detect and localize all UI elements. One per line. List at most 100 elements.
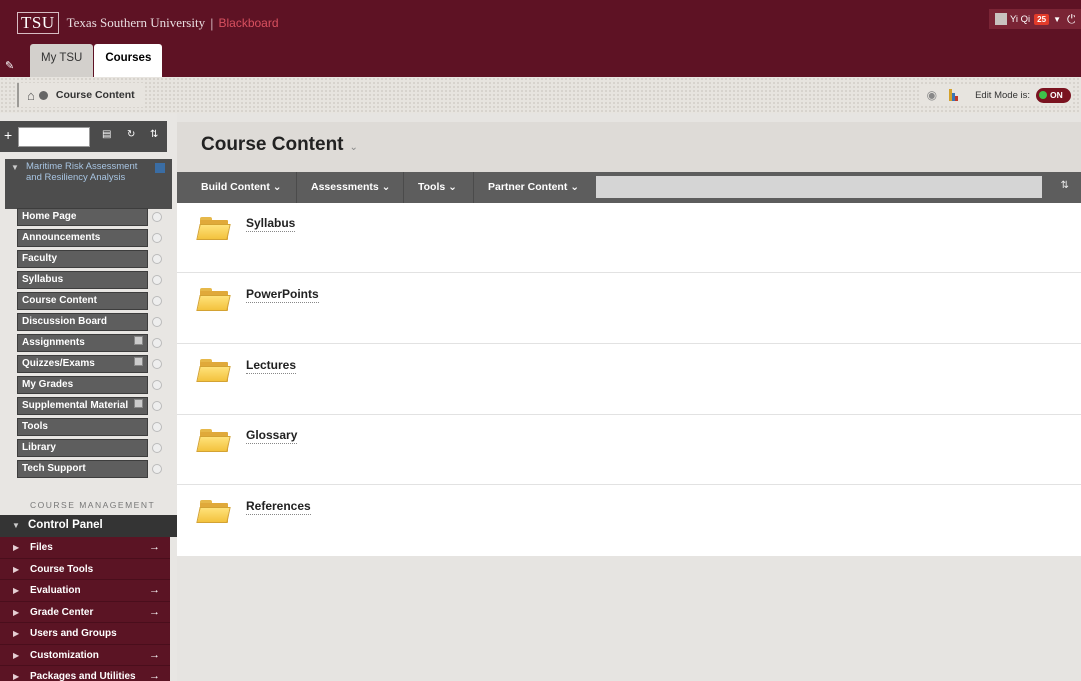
arrow-right-icon[interactable]: →	[149, 602, 160, 623]
content-item-link[interactable]: Syllabus	[246, 216, 296, 232]
sidebar-item-tech-support[interactable]: Tech Support	[17, 459, 177, 480]
control-panel-item-customization[interactable]: ▶ Customization →	[0, 644, 170, 666]
sidebar-item-my-grades[interactable]: My Grades	[17, 375, 177, 396]
tools-button[interactable]: Tools ⌄	[418, 172, 457, 203]
content-item-link[interactable]: Lectures	[246, 358, 297, 374]
assessments-button[interactable]: Assessments ⌄	[311, 172, 390, 203]
sidebar-item-library[interactable]: Library	[17, 438, 177, 459]
sidebar-item-label[interactable]: Supplemental Material	[17, 397, 148, 415]
item-options-icon[interactable]	[152, 443, 162, 453]
notification-badge[interactable]: 25	[1034, 13, 1050, 25]
page-title-text[interactable]: Course Content	[201, 134, 344, 155]
sidebar-item-label[interactable]: Library	[17, 439, 148, 457]
arrow-right-icon[interactable]: →	[149, 580, 160, 601]
sidebar-item-tools[interactable]: Tools	[17, 417, 177, 438]
control-panel-item-files[interactable]: ▶ Files →	[0, 537, 170, 559]
item-options-icon[interactable]	[152, 338, 162, 348]
expand-triangle-icon[interactable]: ▶	[13, 580, 19, 601]
expand-triangle-icon[interactable]: ▶	[13, 623, 19, 644]
arrow-right-icon[interactable]: →	[149, 645, 160, 666]
item-options-icon[interactable]	[152, 422, 162, 432]
add-menu-item-icon[interactable]: +	[4, 127, 12, 143]
item-options-icon[interactable]	[152, 296, 162, 306]
expand-triangle-icon[interactable]: ▶	[13, 666, 19, 681]
breadcrumb-menu-icon[interactable]	[38, 90, 48, 100]
build-content-button[interactable]: Build Content ⌄	[201, 172, 282, 203]
item-options-icon[interactable]	[152, 275, 162, 285]
item-options-icon[interactable]	[152, 254, 162, 264]
sidebar-item-label[interactable]: Home Page	[17, 208, 148, 226]
statistics-icon[interactable]	[949, 89, 959, 101]
arrow-right-icon[interactable]: →	[149, 666, 160, 681]
tab-my-tsu[interactable]: My TSU	[30, 44, 94, 77]
pencil-icon[interactable]: ✎	[5, 59, 14, 72]
item-options-icon[interactable]	[152, 317, 162, 327]
content-item-link[interactable]: Glossary	[246, 428, 298, 444]
page-title[interactable]: Course Content ⌄	[201, 134, 358, 156]
control-panel-item-grade-center[interactable]: ▶ Grade Center →	[0, 601, 170, 623]
content-item-link[interactable]: PowerPoints	[246, 287, 319, 303]
sidebar-item-assignments[interactable]: Assignments	[17, 333, 177, 354]
sidebar-item-label[interactable]: Course Content	[17, 292, 148, 310]
sidebar-item-label[interactable]: Tech Support	[17, 460, 148, 478]
brand[interactable]: TSU Texas Southern University | Blackboa…	[17, 12, 279, 34]
chevron-down-icon[interactable]: ▼	[1053, 15, 1061, 24]
sidebar-item-home-page[interactable]: Home Page	[17, 207, 177, 228]
sidebar-item-announcements[interactable]: Announcements	[17, 228, 177, 249]
content-item-link[interactable]: References	[246, 499, 311, 515]
control-panel-item-label: Course Tools	[30, 563, 94, 575]
sidebar-item-label[interactable]: Assignments	[17, 334, 148, 352]
sort-icon[interactable]: ⇅	[150, 129, 158, 140]
sidebar-item-discussion-board[interactable]: Discussion Board	[17, 312, 177, 333]
tsu-logo[interactable]: TSU	[17, 12, 59, 34]
item-options-icon[interactable]	[152, 233, 162, 243]
menu-search-field[interactable]	[18, 127, 90, 147]
sidebar-item-label[interactable]: Tools	[17, 418, 148, 436]
sidebar-item-quizzes-exams[interactable]: Quizzes/Exams	[17, 354, 177, 375]
expand-triangle-icon[interactable]: ▶	[13, 537, 19, 558]
sidebar-item-syllabus[interactable]: Syllabus	[17, 270, 177, 291]
home-icon[interactable]: ⌂	[27, 88, 35, 103]
folder-view-icon[interactable]: ▤	[102, 129, 111, 140]
control-panel-header[interactable]: ▼ Control Panel	[0, 515, 177, 537]
expand-triangle-icon[interactable]: ▶	[13, 602, 19, 623]
sidebar-item-label[interactable]: Faculty	[17, 250, 148, 268]
content-area-icon	[134, 336, 143, 345]
item-options-icon[interactable]	[152, 464, 162, 474]
partner-content-button[interactable]: Partner Content ⌄	[488, 172, 579, 203]
reorder-icon[interactable]: ⇅	[1061, 180, 1069, 191]
item-options-icon[interactable]	[152, 401, 162, 411]
item-options-icon[interactable]	[152, 380, 162, 390]
collapse-caret-icon[interactable]: ▼	[12, 521, 20, 530]
control-panel-item-evaluation[interactable]: ▶ Evaluation →	[0, 580, 170, 602]
sidebar-item-supplemental-material[interactable]: Supplemental Material	[17, 396, 177, 417]
sidebar-item-course-content[interactable]: Course Content	[17, 291, 177, 312]
arrow-right-icon[interactable]: →	[149, 537, 160, 558]
eye-icon[interactable]: ◉	[927, 88, 937, 102]
chevron-down-icon[interactable]: ⌄	[350, 142, 358, 153]
control-panel-title[interactable]: Control Panel	[28, 519, 103, 531]
course-options-icon[interactable]	[155, 163, 165, 173]
sidebar-item-label[interactable]: Announcements	[17, 229, 148, 247]
user-menu[interactable]: Yi Qi 25 ▼ ⏻	[988, 9, 1081, 29]
edit-mode-toggle[interactable]: ON	[1036, 87, 1071, 103]
expand-triangle-icon[interactable]: ▶	[13, 559, 19, 580]
sidebar-item-faculty[interactable]: Faculty	[17, 249, 177, 270]
item-options-icon[interactable]	[152, 212, 162, 222]
expand-triangle-icon[interactable]: ▶	[13, 645, 19, 666]
sidebar-item-label[interactable]: Quizzes/Exams	[17, 355, 148, 373]
refresh-icon[interactable]: ↻	[127, 129, 135, 140]
collapse-caret-icon[interactable]: ▼	[11, 163, 19, 172]
sidebar-item-label[interactable]: My Grades	[17, 376, 148, 394]
logout-icon[interactable]: ⏻	[1067, 12, 1075, 27]
course-title-box[interactable]: ▼ Maritime Risk Assessment and Resilienc…	[5, 159, 172, 209]
sidebar-item-label[interactable]: Discussion Board	[17, 313, 148, 331]
tab-courses[interactable]: Courses	[94, 44, 163, 77]
course-title[interactable]: Maritime Risk Assessment and Resiliency …	[26, 161, 141, 183]
sidebar-item-label[interactable]: Syllabus	[17, 271, 148, 289]
control-panel-item-course-tools[interactable]: ▶ Course Tools	[0, 558, 170, 580]
user-name[interactable]: Yi Qi	[1010, 14, 1030, 25]
item-options-icon[interactable]	[152, 359, 162, 369]
control-panel-item-packages-and-utilities[interactable]: ▶ Packages and Utilities →	[0, 666, 170, 681]
control-panel-item-users-and-groups[interactable]: ▶ Users and Groups	[0, 623, 170, 645]
